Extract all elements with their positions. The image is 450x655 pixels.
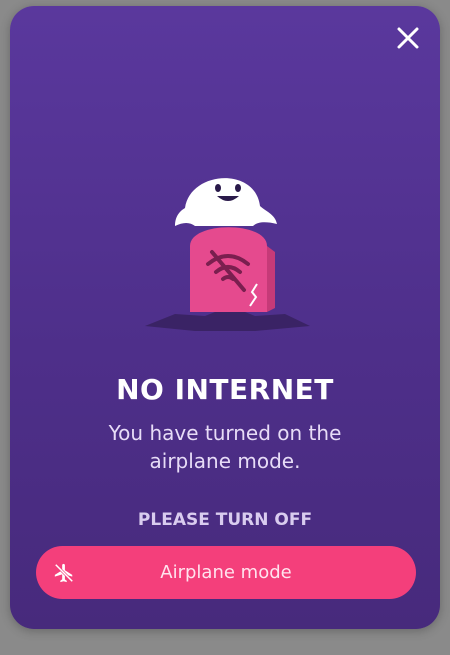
dialog-title: NO INTERNET <box>116 373 334 406</box>
close-button[interactable] <box>394 24 422 52</box>
airplane-off-icon <box>54 563 74 583</box>
airplane-mode-button[interactable]: Airplane mode <box>36 546 416 599</box>
airplane-mode-label: Airplane mode <box>160 562 292 583</box>
ghost-tombstone-illustration <box>135 166 315 336</box>
dialog-message: You have turned on the airplane mode. <box>108 421 342 473</box>
ghost-body <box>175 178 277 226</box>
no-internet-dialog: NO INTERNET You have turned on the airpl… <box>10 6 440 629</box>
close-icon <box>397 27 419 49</box>
dialog-prompt: PLEASE TURN OFF <box>137 510 313 530</box>
